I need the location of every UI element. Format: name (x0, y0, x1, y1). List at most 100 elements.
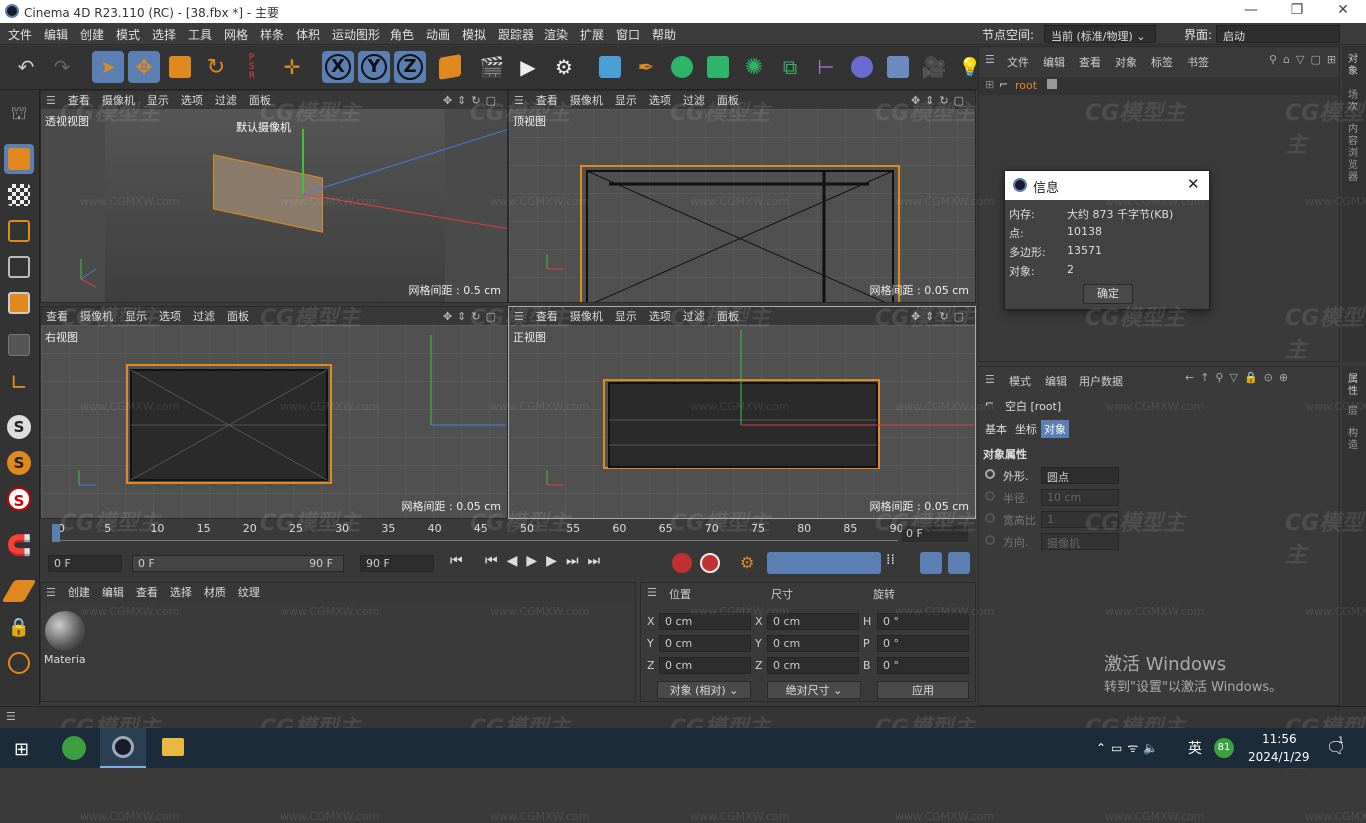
vp-menu-filter[interactable]: 过滤 (683, 92, 705, 108)
vp-menu-camera[interactable]: 摄像机 (80, 308, 113, 324)
menu-item[interactable]: 扩展 (580, 26, 604, 43)
select-tool-button[interactable]: ➤ (92, 51, 124, 83)
edges-mode-button[interactable] (4, 252, 34, 282)
playback-controls[interactable]: ⏮ ⏮◀▶▶⏭⏭ (450, 553, 609, 569)
model-mode-button[interactable] (4, 144, 34, 174)
apply-button[interactable]: 应用 (877, 681, 969, 699)
vp-menu-view[interactable]: 查看 (46, 308, 68, 324)
mat-menu-texture[interactable]: 纹理 (238, 584, 260, 600)
minimize-button[interactable]: — (1228, 2, 1274, 22)
timeline-end-field[interactable]: 0 F (902, 526, 968, 542)
y-axis-lock-button[interactable]: Y (358, 51, 390, 83)
move-tool-button[interactable]: ✥ (128, 51, 160, 83)
mat-menu-material[interactable]: 材质 (204, 584, 226, 600)
points-mode-button[interactable] (4, 216, 34, 246)
redo-button[interactable]: ↷ (46, 51, 78, 83)
close-button[interactable]: ✕ (1320, 2, 1366, 22)
tab-attributes[interactable]: 属性 (1348, 374, 1360, 398)
extrude-button[interactable] (702, 51, 734, 83)
dots-icon[interactable]: ⁞⁞ (886, 552, 895, 568)
sound-button[interactable] (920, 552, 942, 574)
viewport-front[interactable]: ☰ 查看 摄像机 显示 选项 过滤 面板 ✥⇕↻▢ 正视图 网格间距 : 0.0… (508, 306, 976, 519)
om-menu-item[interactable]: 标签 (1151, 54, 1173, 70)
menu-item[interactable]: 编辑 (44, 26, 68, 43)
tab-layers[interactable]: 层 (1348, 406, 1360, 418)
menu-item[interactable]: 角色 (390, 26, 414, 43)
subdivision-button[interactable] (666, 51, 698, 83)
mat-menu-view[interactable]: 查看 (136, 584, 158, 600)
vp-menu-panel[interactable]: 面板 (227, 308, 249, 324)
am-tab-basic[interactable]: 基本 (983, 421, 1009, 437)
mat-menu-select[interactable]: 选择 (170, 584, 192, 600)
menu-item[interactable]: 运动图形 (332, 26, 380, 43)
top-wireframe[interactable] (509, 109, 976, 303)
vp-menu-panel[interactable]: 面板 (717, 92, 739, 108)
layer-tag-icon[interactable] (1047, 79, 1057, 89)
floor-button[interactable] (882, 51, 914, 83)
security-badge[interactable]: 81 (1214, 738, 1234, 758)
om-menu-item[interactable]: 文件 (1007, 54, 1029, 70)
vp-menu-panel[interactable]: 面板 (249, 92, 271, 108)
clock-date[interactable]: 2024/1/29 (1248, 750, 1310, 764)
prop-value[interactable]: 圆点 (1041, 467, 1119, 484)
menu-item[interactable]: 帮助 (652, 26, 676, 43)
tab-structure[interactable]: 构造 (1348, 428, 1360, 452)
tray-icons[interactable]: ⌃▭ᯤ🔈 (1096, 739, 1163, 756)
snap-button[interactable]: S (4, 412, 34, 442)
coord-mode-select[interactable]: 对象 (相对) ⌄ (657, 681, 751, 699)
rotate-tool-button[interactable]: ↻ (200, 51, 232, 83)
menu-item[interactable]: 工具 (188, 26, 212, 43)
scale-tool-button[interactable] (164, 51, 196, 83)
object-row-root[interactable]: ⊞ ⌐ root (979, 77, 1339, 95)
timeline-ruler[interactable]: 0 5 10 15 20 25 30 35 40 45 50 55 60 65 70 75 80 85 90 0 F (40, 520, 976, 550)
clock-time[interactable]: 11:56 (1262, 732, 1297, 746)
front-wireframe[interactable] (509, 325, 976, 519)
vp-menu-camera[interactable]: 摄像机 (570, 92, 603, 108)
render-view-button[interactable]: 🎬 (476, 51, 508, 83)
undo-button[interactable]: ↶ (10, 51, 42, 83)
current-frame-field[interactable]: 0 F (48, 555, 122, 572)
vp-menu-camera[interactable]: 摄像机 (570, 308, 603, 324)
vp-menu-display[interactable]: 显示 (147, 92, 169, 108)
om-menu-item[interactable]: 书签 (1187, 54, 1209, 70)
viewport-top[interactable]: ☰ 查看 摄像机 显示 选项 过滤 面板 ✥⇕↻▢ 顶视图 网格间距 : 0.0… (508, 90, 976, 303)
viewport-perspective[interactable]: ☰ 查看 摄像机 显示 选项 过滤 面板 ✥⇕↻▢ 透视视图 默认摄像机 网格间… (40, 90, 508, 303)
browser-360-icon[interactable] (62, 736, 86, 760)
menu-item[interactable]: 模拟 (462, 26, 486, 43)
animate-dot-icon[interactable] (985, 491, 995, 501)
texture-mode-button[interactable] (4, 180, 34, 210)
field-button[interactable] (846, 51, 878, 83)
menu-item[interactable]: 渲染 (544, 26, 568, 43)
am-menu-icon[interactable]: ☰ (985, 373, 995, 386)
viewport-nav-icons[interactable]: ✥⇕↻▢ (911, 94, 969, 107)
mat-menu-create[interactable]: 创建 (68, 584, 90, 600)
coord-menu-icon[interactable]: ☰ (647, 586, 657, 599)
size-mode-select[interactable]: 绝对尺寸 ⌄ (767, 681, 861, 699)
solo-button[interactable]: S (4, 484, 34, 514)
om-menu-item[interactable]: 对象 (1115, 54, 1137, 70)
vp-menu-display[interactable]: 显示 (615, 92, 637, 108)
am-nav-icons[interactable]: ←↑⚲▽🔒⊙⊕ (1185, 371, 1294, 384)
menu-item[interactable]: 窗口 (616, 26, 640, 43)
dialog-ok-button[interactable]: 确定 (1083, 284, 1133, 304)
max-frame-field[interactable]: 90 F (360, 555, 434, 572)
viewport-nav-icons[interactable]: ✥⇕↻▢ (911, 310, 969, 323)
render-picture-viewer-button[interactable]: ▶ (512, 51, 544, 83)
tab-takes[interactable]: 场次 (1348, 90, 1360, 114)
snap-settings-button[interactable]: S (4, 448, 34, 478)
keyframe-selection-icon[interactable]: ⚙ (740, 553, 754, 572)
vp-menu-view[interactable]: 查看 (68, 92, 90, 108)
tab-content-browser[interactable]: 内容浏览器 (1348, 124, 1360, 184)
frame-range-slider[interactable]: 0 F 90 F (132, 555, 344, 572)
rotation-field[interactable]: 0 ° (877, 635, 969, 652)
size-field[interactable]: 0 cm (767, 613, 859, 630)
animate-dot-icon[interactable] (985, 513, 995, 523)
vp-menu-panel[interactable]: 面板 (717, 308, 739, 324)
pen-button[interactable]: ✒ (630, 51, 662, 83)
menu-item[interactable]: 网格 (224, 26, 248, 43)
rotation-field[interactable]: 0 ° (877, 657, 969, 674)
vp-menu-view[interactable]: 查看 (536, 308, 558, 324)
vp-menu-filter[interactable]: 过滤 (193, 308, 215, 324)
rotation-field[interactable]: 0 ° (877, 613, 969, 630)
vp-menu-camera[interactable]: 摄像机 (102, 92, 135, 108)
